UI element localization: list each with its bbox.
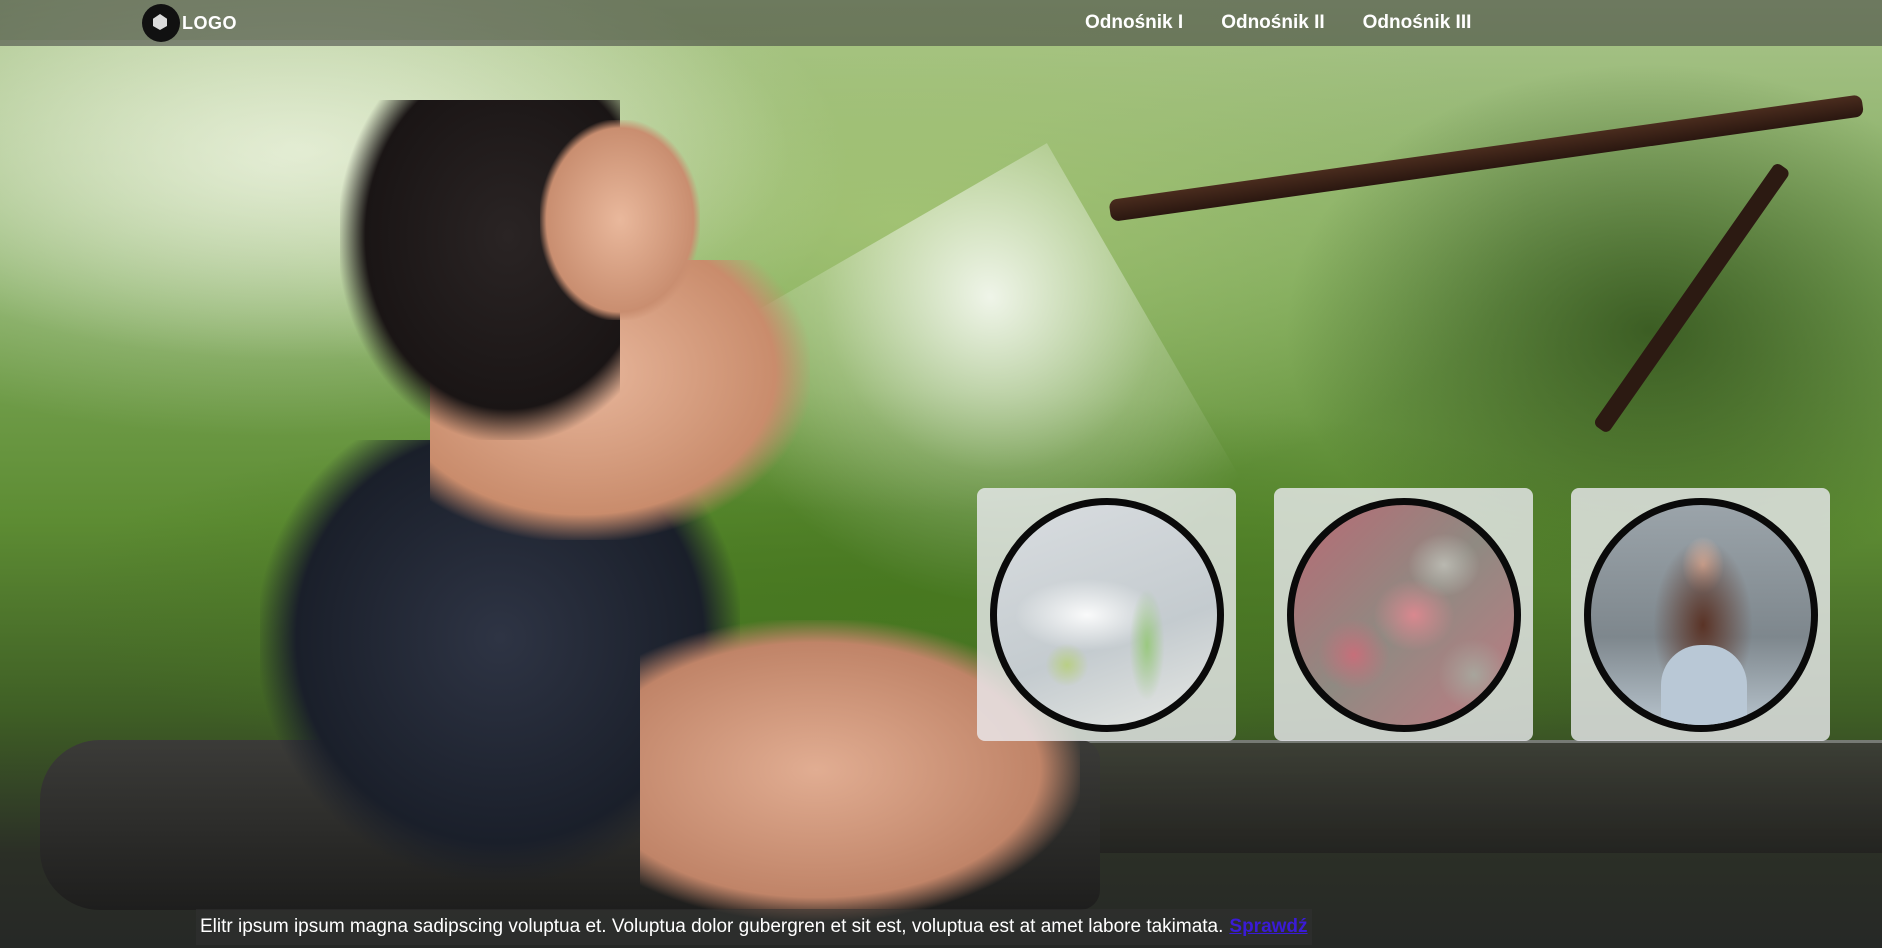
portrait-image <box>1583 497 1818 732</box>
card-soap[interactable] <box>1274 488 1533 741</box>
card-spa[interactable] <box>977 488 1236 741</box>
nav-link-1[interactable]: Odnośnik I <box>1085 12 1183 34</box>
logo-text: LOGO <box>182 12 237 33</box>
main-nav: Odnośnik I Odnośnik II Odnośnik III <box>1085 0 1471 46</box>
spa-products-image <box>989 497 1224 732</box>
logo-icon <box>142 4 180 42</box>
pipe-support <box>1592 161 1791 435</box>
soap-bars-image <box>1286 497 1521 732</box>
nav-link-2[interactable]: Odnośnik II <box>1221 12 1324 34</box>
image-cards <box>977 488 1830 741</box>
woman-face <box>540 120 700 320</box>
logo-link[interactable]: LOGO <box>142 2 237 44</box>
footer-bar: Elitr ipsum ipsum magna sadipscing volup… <box>196 909 1312 945</box>
footer-link-check[interactable]: Sprawdź <box>1229 916 1307 938</box>
navbar: LOGO Odnośnik I Odnośnik II Odnośnik III <box>0 0 1882 46</box>
footer-text: Elitr ipsum ipsum magna sadipscing volup… <box>200 916 1224 937</box>
nav-link-3[interactable]: Odnośnik III <box>1363 12 1472 34</box>
page: LOGO Odnośnik I Odnośnik II Odnośnik III… <box>0 0 1882 948</box>
card-portrait[interactable] <box>1571 488 1830 741</box>
